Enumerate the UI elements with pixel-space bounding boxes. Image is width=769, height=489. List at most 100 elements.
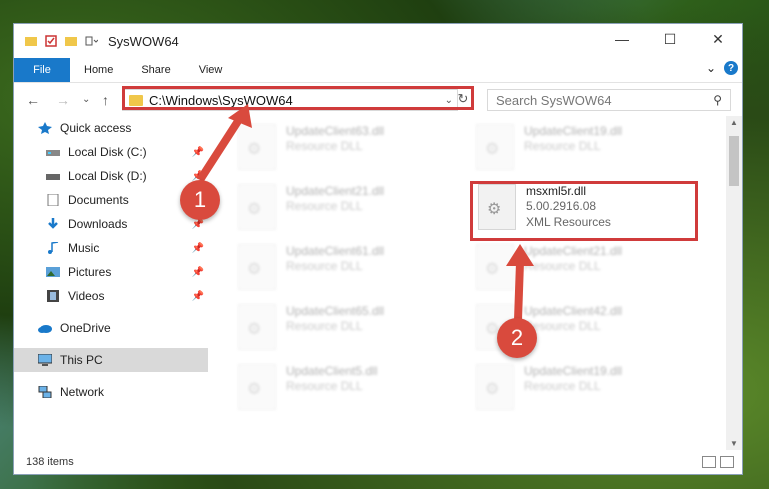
dll-file-icon xyxy=(476,244,514,290)
pin-icon[interactable]: 📌 xyxy=(192,147,204,158)
file-name: UpdateClient42.dll xyxy=(524,304,623,318)
pc-icon xyxy=(37,353,53,366)
pin-icon[interactable]: 📌 xyxy=(192,243,204,254)
dll-file-icon xyxy=(238,304,276,350)
address-highlight xyxy=(122,86,474,110)
pin-icon[interactable]: 📌 xyxy=(192,291,204,302)
list-item[interactable]: UpdateClient21.dllResource DLL xyxy=(238,184,458,232)
tab-home[interactable]: Home xyxy=(70,58,127,82)
tab-share[interactable]: Share xyxy=(127,58,184,82)
file-description: Resource DLL xyxy=(286,199,363,213)
maximize-button[interactable]: ☐ xyxy=(646,24,694,54)
sidebar-item-onedrive[interactable]: OneDrive xyxy=(14,316,208,340)
sidebar-item-label: Documents xyxy=(68,193,129,207)
scrollbar-thumb[interactable] xyxy=(729,136,739,186)
scroll-down-icon[interactable]: ▼ xyxy=(726,439,742,448)
drive-icon xyxy=(46,170,60,182)
status-bar: 138 items xyxy=(14,450,742,474)
ribbon-collapse-icon[interactable]: ⌄ xyxy=(706,61,716,75)
large-icons-view-icon[interactable] xyxy=(720,456,734,468)
file-name: UpdateClient19.dll xyxy=(524,124,623,138)
sidebar-item-local-disk-d[interactable]: Local Disk (D:) 📌 xyxy=(14,164,208,188)
videos-icon xyxy=(46,290,60,302)
details-view-icon[interactable] xyxy=(702,456,716,468)
search-icon: ⚲ xyxy=(713,93,722,107)
file-name: UpdateClient19.dll xyxy=(524,364,623,378)
dll-file-icon xyxy=(238,124,276,170)
sidebar-item-label: Network xyxy=(60,385,105,399)
file-highlight xyxy=(470,181,698,241)
list-item[interactable]: UpdateClient19.dllResource DLL xyxy=(476,124,696,172)
minimize-button[interactable]: — xyxy=(598,24,646,54)
sidebar-item-label: Videos xyxy=(68,289,105,303)
dll-file-icon xyxy=(476,364,514,410)
title-bar: SysWOW64 — ☐ ✕ xyxy=(14,24,742,58)
sidebar-item-local-disk-c[interactable]: Local Disk (C:) 📌 xyxy=(14,140,208,164)
file-list: UpdateClient63.dllResource DLL UpdateCli… xyxy=(220,116,724,446)
list-item[interactable]: UpdateClient61.dllResource DLL xyxy=(238,244,458,292)
quick-access-toolbar xyxy=(14,34,99,48)
drive-icon xyxy=(46,146,60,158)
sidebar-item-pictures[interactable]: Pictures 📌 xyxy=(14,260,208,284)
navigation-pane: Quick access Local Disk (C:) 📌 Local Dis… xyxy=(14,116,208,446)
file-description: Resource DLL xyxy=(524,379,601,393)
music-icon xyxy=(46,241,60,254)
up-icon[interactable]: ↑ xyxy=(102,92,109,108)
forward-icon[interactable]: → xyxy=(56,92,70,108)
scroll-up-icon[interactable]: ▲ xyxy=(726,118,742,127)
pin-icon[interactable]: 📌 xyxy=(192,267,204,278)
sidebar-item-label: Local Disk (C:) xyxy=(68,145,147,159)
sidebar-item-label: Local Disk (D:) xyxy=(68,169,147,183)
list-item[interactable]: UpdateClient5.dllResource DLL xyxy=(238,364,458,412)
file-name: UpdateClient5.dll xyxy=(286,364,378,378)
network-icon xyxy=(38,385,52,399)
list-item[interactable]: UpdateClient63.dllResource DLL xyxy=(238,124,458,172)
file-description: Resource DLL xyxy=(524,259,601,273)
tab-view[interactable]: View xyxy=(185,58,237,82)
list-item[interactable]: UpdateClient19.dllResource DLL xyxy=(476,364,696,412)
file-description: Resource DLL xyxy=(524,139,601,153)
list-item[interactable]: UpdateClient65.dllResource DLL xyxy=(238,304,458,352)
back-icon[interactable]: ← xyxy=(26,92,40,108)
view-toggles xyxy=(702,456,734,468)
callout-two: 2 xyxy=(497,318,537,358)
list-item[interactable]: UpdateClient21.dllResource DLL xyxy=(476,244,696,292)
sidebar-item-label: Downloads xyxy=(68,217,128,231)
customize-qa-icon[interactable] xyxy=(84,34,99,48)
file-description: Resource DLL xyxy=(286,319,363,333)
sidebar-item-label: This PC xyxy=(60,353,103,367)
item-count: 138 items xyxy=(26,456,74,468)
star-icon xyxy=(38,122,52,134)
tab-file[interactable]: File xyxy=(14,58,70,82)
properties-icon[interactable] xyxy=(44,34,58,48)
close-button[interactable]: ✕ xyxy=(694,24,742,54)
file-name: UpdateClient61.dll xyxy=(286,244,385,258)
sidebar-item-network[interactable]: Network xyxy=(14,380,208,404)
document-icon xyxy=(46,193,60,207)
sidebar-item-documents[interactable]: Documents 📌 xyxy=(14,188,208,212)
vertical-scrollbar[interactable]: ▲ ▼ xyxy=(726,116,742,450)
window-controls: — ☐ ✕ xyxy=(598,24,742,54)
sidebar-item-label: Quick access xyxy=(60,121,132,135)
sidebar-item-label: Music xyxy=(68,241,100,255)
dll-file-icon xyxy=(238,364,276,410)
file-description: Resource DLL xyxy=(286,379,363,393)
file-description: Resource DLL xyxy=(524,319,601,333)
sidebar-item-quick-access[interactable]: Quick access xyxy=(14,116,208,140)
recent-locations-icon[interactable]: ⌄ xyxy=(82,94,90,105)
new-folder-icon[interactable] xyxy=(64,34,78,48)
sidebar-item-this-pc[interactable]: This PC xyxy=(14,348,208,372)
sidebar-item-videos[interactable]: Videos 📌 xyxy=(14,284,208,308)
folder-icon xyxy=(24,34,38,48)
file-name: UpdateClient65.dll xyxy=(286,304,385,318)
search-placeholder: Search SysWOW64 xyxy=(496,92,612,108)
sidebar-item-label: Pictures xyxy=(68,265,112,279)
sidebar-item-downloads[interactable]: Downloads 📌 xyxy=(14,212,208,236)
pin-icon[interactable]: 📌 xyxy=(192,219,204,230)
download-icon xyxy=(46,218,60,230)
help-icon[interactable]: ? xyxy=(724,61,738,75)
file-description: Resource DLL xyxy=(286,139,363,153)
window-title: SysWOW64 xyxy=(108,33,179,49)
sidebar-item-music[interactable]: Music 📌 xyxy=(14,236,208,260)
search-input[interactable]: Search SysWOW64 ⚲ xyxy=(487,89,731,111)
